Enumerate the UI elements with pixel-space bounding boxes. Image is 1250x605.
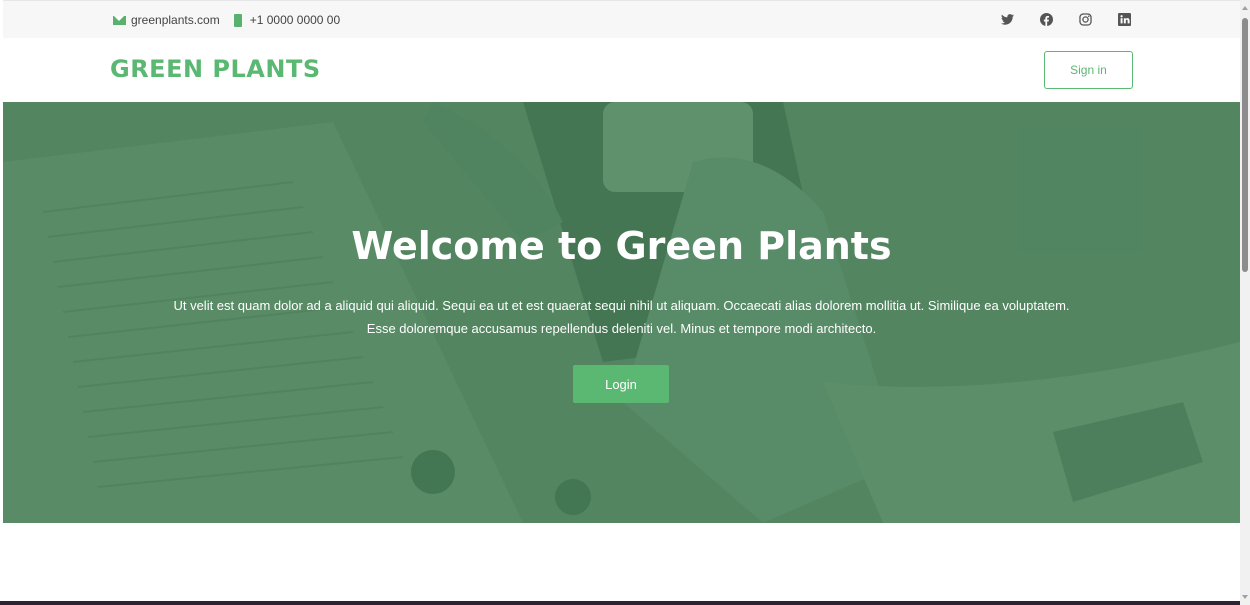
twitter-icon[interactable]: [999, 11, 1015, 27]
page-scrollbar[interactable]: [1240, 0, 1250, 605]
hero-title: Welcome to Green Plants: [351, 224, 892, 268]
hero-section: Welcome to Green Plants Ut velit est qua…: [3, 102, 1240, 523]
scroll-up-arrow-icon[interactable]: [1242, 6, 1248, 10]
hero-description: Ut velit est quam dolor ad a aliquid qui…: [63, 294, 1180, 340]
social-links: [976, 11, 1132, 27]
login-button[interactable]: Login: [573, 365, 669, 403]
phone-icon: [233, 13, 242, 27]
main-navbar: GREEN PLANTS Sign in: [3, 38, 1240, 102]
mail-icon: [113, 15, 126, 25]
email-contact[interactable]: greenplants.com: [113, 13, 220, 27]
phone-text: +1 0000 0000 00: [249, 13, 341, 27]
facebook-icon[interactable]: [1038, 11, 1054, 27]
scrollbar-thumb[interactable]: [1242, 18, 1248, 272]
top-info-bar: greenplants.com +1 0000 0000 00: [3, 0, 1240, 38]
bottom-edge-strip: [0, 601, 1240, 605]
scroll-down-arrow-icon[interactable]: [1242, 595, 1248, 599]
email-text: greenplants.com: [131, 13, 220, 27]
brand-logo[interactable]: GREEN PLANTS: [110, 55, 321, 83]
instagram-icon[interactable]: [1077, 11, 1093, 27]
hero-description-line-2: Esse doloremque accusamus repellendus de…: [366, 321, 877, 336]
sign-in-button[interactable]: Sign in: [1044, 51, 1133, 89]
contact-info: greenplants.com +1 0000 0000 00: [113, 13, 354, 27]
hero-description-line-1: Ut velit est quam dolor ad a aliquid qui…: [173, 298, 1070, 313]
linkedin-icon[interactable]: [1116, 11, 1132, 27]
phone-contact[interactable]: +1 0000 0000 00: [233, 13, 341, 27]
